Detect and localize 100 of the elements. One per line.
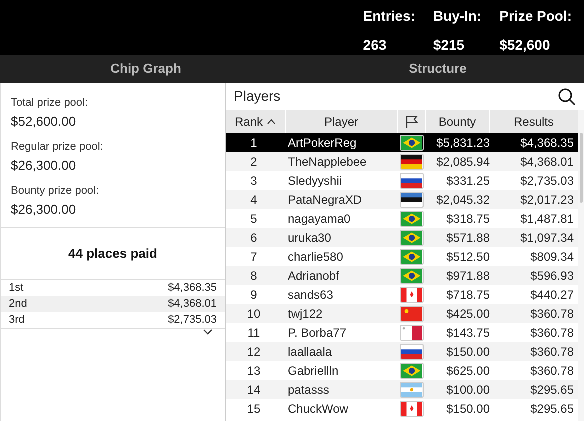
results-cell-text: $440.27 <box>530 286 575 304</box>
column-header[interactable]: Results <box>490 110 578 133</box>
bounty-cell-text: $5,831.23 <box>436 134 490 152</box>
player-cell-text: ChuckWow <box>287 400 350 418</box>
player-row[interactable]: 4 PataNegraXD $2,045.32 $2,017.23 <box>226 190 578 209</box>
flag-icon <box>400 306 424 322</box>
search-icon[interactable] <box>558 88 576 106</box>
stat-value: 263 <box>363 36 388 55</box>
player-row[interactable]: 6 uruka30 $571.88 $1,097.34 <box>226 228 578 247</box>
rank-cell-text: 2 <box>250 154 258 170</box>
flag-column-icon <box>404 114 418 128</box>
player-cell-text: Adrianobf <box>287 268 340 284</box>
chevron-down-icon[interactable] <box>203 329 213 335</box>
player-row[interactable]: 10 twj122 $425.00 $360.78 <box>226 304 578 323</box>
bounty-cell-text: $150.00 <box>446 400 490 418</box>
bounty-cell-text: $512.50 <box>446 248 490 266</box>
bounty-cell-text: $2,045.32 <box>436 192 490 208</box>
results-cell-text: $360.78 <box>530 324 575 342</box>
flag-icon <box>400 344 424 360</box>
bounty-cell-text: $318.75 <box>446 210 490 228</box>
results-cell-text: $809.34 <box>530 248 575 266</box>
flag-icon <box>400 400 424 416</box>
player-row[interactable]: 2 TheNapplebee $2,085.94 $4,368.01 <box>226 152 578 171</box>
places-paid: 44 places paid <box>68 244 158 263</box>
results-cell-text: $360.78 <box>530 362 575 380</box>
results-cell-text: $4,368.01 <box>520 154 575 170</box>
bounty-cell-text: $718.75 <box>446 286 490 304</box>
player-row[interactable]: 14 patasss $100.00 $295.65 <box>226 380 578 399</box>
results-cell-text: $4,368.35 <box>520 134 575 152</box>
flag-icon <box>400 192 424 208</box>
tab[interactable]: Structure <box>292 55 584 83</box>
rank-cell-text: 12 <box>246 344 262 360</box>
rank-cell-text: 4 <box>250 192 258 208</box>
flag-icon <box>400 154 424 170</box>
bounty-cell-text: $625.00 <box>446 362 490 380</box>
results-cell-text: $295.65 <box>530 400 575 418</box>
payout-amount: $4,368.35 <box>168 280 217 296</box>
flag-icon <box>400 230 424 246</box>
rank-cell-text: 7 <box>250 248 258 266</box>
player-cell-text: patasss <box>287 382 330 398</box>
bounty-cell-text: $971.88 <box>446 268 490 284</box>
results-cell-text: $360.78 <box>530 306 575 322</box>
results-cell-text: $1,487.81 <box>520 210 575 228</box>
rank-cell-text: 3 <box>250 172 258 190</box>
results-cell-text: $2,735.03 <box>520 172 575 190</box>
results-cell-text: $2,017.23 <box>520 192 575 208</box>
results-cell-text: $596.93 <box>530 268 575 284</box>
flag-icon <box>400 172 424 188</box>
results-cell-text: $360.78 <box>530 344 575 360</box>
stat-label: Prize Pool: <box>500 7 572 26</box>
bounty-cell-text: $150.00 <box>446 344 490 360</box>
tab[interactable]: Chip Graph <box>0 55 292 83</box>
stat-label: Entries: <box>363 7 416 26</box>
rank-cell-text: 14 <box>246 382 262 398</box>
stat-value: $52,600 <box>500 36 552 55</box>
bounty-cell-text: $143.75 <box>446 324 490 342</box>
bounty-cell-text: $425.00 <box>446 306 490 322</box>
pool-value: $26,300.00 <box>11 156 78 174</box>
player-cell-text: charlie580 <box>287 248 344 266</box>
payout-amount: $2,735.03 <box>168 312 217 328</box>
rank-cell-text: 1 <box>250 134 258 152</box>
flag-icon <box>400 324 424 340</box>
pool-label: Bounty prize pool: <box>11 184 100 199</box>
pool-label: Total prize pool: <box>11 96 90 111</box>
player-cell-text: ArtPokerReg <box>287 134 358 152</box>
flag-icon <box>400 268 424 284</box>
results-cell-text: $1,097.34 <box>520 230 575 246</box>
bounty-cell-text: $100.00 <box>446 382 490 398</box>
rank-cell-text: 8 <box>250 268 258 284</box>
flag-icon <box>400 286 424 302</box>
rank-cell-text: 6 <box>250 230 258 246</box>
player-cell-text: sands63 <box>287 286 334 304</box>
rank-cell-text: 10 <box>246 306 262 322</box>
player-cell-text: P. Borba77 <box>287 324 348 342</box>
player-cell-text: uruka30 <box>287 230 332 246</box>
payout-place: 2nd <box>9 296 28 312</box>
player-cell-text: Gabriellln <box>287 362 340 380</box>
bounty-cell-text: $331.25 <box>446 172 490 190</box>
flag-icon <box>400 210 424 226</box>
player-row[interactable]: 1 ArtPokerReg $5,831.23 $4,368.35 <box>226 133 578 152</box>
stat-value: $215 <box>433 36 466 55</box>
flag-icon <box>400 248 424 264</box>
payout-place: 3rd <box>9 312 25 328</box>
rank-cell-text: 13 <box>246 362 262 380</box>
player-cell-text: twj122 <box>287 306 324 322</box>
player-row[interactable]: 12 laallaala $150.00 $360.78 <box>226 342 578 361</box>
player-cell-text: laallaala <box>287 344 334 360</box>
flag-icon <box>400 382 424 398</box>
pool-value: $52,600.00 <box>11 112 78 130</box>
payout-place: 1st <box>9 280 24 296</box>
flag-icon <box>400 362 424 378</box>
results-cell-text: $295.65 <box>530 382 575 398</box>
player-row[interactable]: 8 Adrianobf $971.88 $596.93 <box>226 266 578 285</box>
rank-cell-text: 15 <box>246 400 262 418</box>
player-cell-text: TheNapplebee <box>287 154 368 170</box>
bounty-cell-text: $2,085.94 <box>436 154 490 170</box>
payout-amount: $4,368.01 <box>168 296 217 312</box>
player-cell-text: PataNegraXD <box>287 192 364 208</box>
rank-cell-text: 5 <box>250 210 258 228</box>
rank-cell-text: 9 <box>250 286 258 304</box>
